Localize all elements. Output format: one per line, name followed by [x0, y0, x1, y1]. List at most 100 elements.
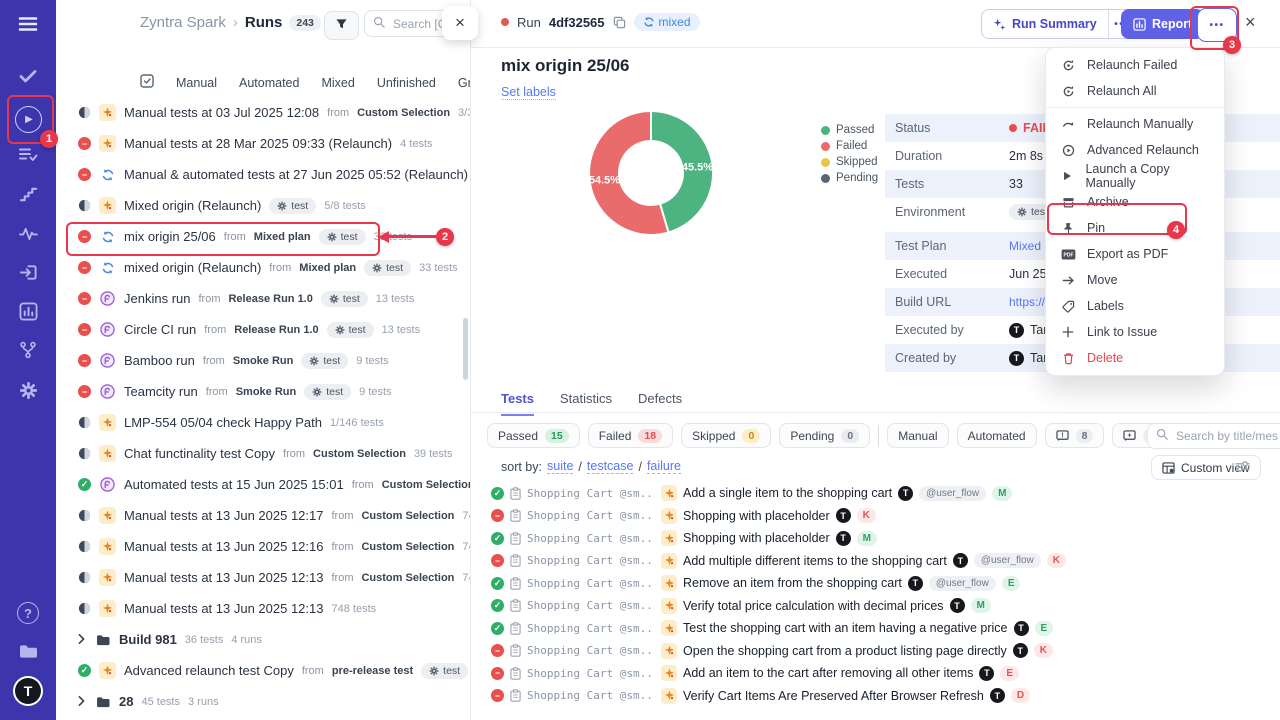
run-row[interactable]: −Jenkins runfromRelease Run 1.0test13 te… [56, 283, 470, 314]
legend-item-pending: Pending [821, 170, 878, 186]
filter-manual-button[interactable]: Manual [887, 423, 948, 448]
report-button[interactable]: Report [1121, 9, 1204, 39]
test-row[interactable]: ✓Shopping Cart @sm...Test the shopping c… [471, 617, 1280, 640]
manual-run-icon [99, 538, 116, 555]
run-row[interactable]: ✓Advanced relaunch test Copyfrompre-rele… [56, 655, 470, 686]
copy-icon[interactable] [613, 16, 626, 29]
manual-test-icon [661, 575, 677, 591]
legend-item-passed: Passed [821, 122, 878, 138]
comment-add-icon: + [1123, 430, 1136, 442]
menu-item-relaunch-manually[interactable]: Relaunch Manually [1046, 111, 1224, 137]
runs-scrollbar-thumb[interactable] [463, 318, 468, 380]
run-summary-button[interactable]: Run Summary [982, 10, 1108, 38]
test-row[interactable]: ✓Shopping Cart @sm...Verify total price … [471, 595, 1280, 618]
tests-list: ✓Shopping Cart @sm...Add a single item t… [471, 482, 1280, 707]
run-row[interactable]: −mixed origin (Relaunch)fromMixed plante… [56, 252, 470, 283]
menu-item-advanced-relaunch[interactable]: Advanced Relaunch [1046, 137, 1224, 163]
analytics-icon[interactable] [0, 294, 56, 328]
projects-folder-icon[interactable] [0, 634, 56, 668]
run-row[interactable]: Manual tests at 13 Jun 2025 12:16fromCus… [56, 531, 470, 562]
run-type-badge: mixed [634, 13, 700, 31]
status-partial-icon [78, 540, 91, 553]
run-row[interactable]: −Bamboo runfromSmoke Runtest9 tests [56, 345, 470, 376]
close-icon: × [455, 13, 465, 33]
run-row[interactable]: Manual tests at 13 Jun 2025 12:17fromCus… [56, 500, 470, 531]
menu-item-archive[interactable]: Archive [1046, 189, 1224, 215]
runs-panel-close-button[interactable]: × [442, 6, 478, 40]
filter-skipped-button[interactable]: Skipped0 [681, 423, 771, 448]
run-row[interactable]: −Circle CI runfromRelease Run 1.0test13 … [56, 314, 470, 345]
hamburger-menu-icon[interactable] [0, 7, 56, 41]
status-passed-icon: ✓ [491, 487, 504, 500]
menu-item-link-to-issue[interactable]: Link to Issue [1046, 319, 1224, 345]
sort-by-testcase[interactable]: testcase [587, 459, 634, 474]
run-row[interactable]: −Manual tests at 28 Mar 2025 09:33 (Rela… [56, 128, 470, 159]
run-row[interactable]: LMP-554 05/04 check Happy Path1/146 test… [56, 407, 470, 438]
menu-item-labels[interactable]: Labels [1046, 293, 1224, 319]
status-failed-icon: − [78, 385, 91, 398]
test-letter-badge: M [971, 598, 991, 613]
menu-item-relaunch-all[interactable]: Relaunch All [1046, 78, 1224, 104]
help-icon[interactable]: ? [0, 596, 56, 630]
status-partial-icon [78, 106, 91, 119]
menu-item-relaunch-failed[interactable]: Relaunch Failed [1046, 52, 1224, 78]
run-row[interactable]: −Manual & automated tests at 27 Jun 2025… [56, 159, 470, 190]
settings-gear-icon[interactable] [0, 373, 56, 407]
test-row[interactable]: ✓Shopping Cart @sm...Add a single item t… [471, 482, 1280, 505]
comment-alert-icon: ! [1056, 430, 1069, 442]
test-row[interactable]: ✓Shopping Cart @sm...Remove an item from… [471, 572, 1280, 595]
filter-failed-button[interactable]: Failed18 [588, 423, 673, 448]
run-row[interactable]: 2845 tests3 runs [56, 686, 470, 717]
select-runs-icon[interactable] [140, 74, 154, 91]
test-row[interactable]: −Shopping Cart @sm...Add multiple differ… [471, 550, 1280, 573]
test-row[interactable]: −Shopping Cart @sm...Add an item to the … [471, 662, 1280, 685]
run-row[interactable]: Mixed origin (Relaunch)test5/8 tests [56, 190, 470, 221]
status-failed-icon: − [491, 644, 504, 657]
branches-icon[interactable] [0, 333, 56, 367]
pulse-icon[interactable] [0, 216, 56, 250]
tab-unfinished[interactable]: Unfinished [377, 76, 436, 90]
profile-avatar[interactable]: T [0, 674, 56, 708]
import-icon[interactable] [0, 255, 56, 289]
manual-run-icon [99, 662, 116, 679]
menu-item-move[interactable]: Move [1046, 267, 1224, 293]
status-partial-icon [78, 602, 91, 615]
menu-item-export-as-pdf[interactable]: PDFExport as PDF [1046, 241, 1224, 267]
tab-mixed[interactable]: Mixed [321, 76, 354, 90]
test-row[interactable]: −Shopping Cart @sm...Open the shopping c… [471, 640, 1280, 663]
tab-groups[interactable]: Groups [458, 76, 470, 90]
view-settings-sliders-icon[interactable] [1235, 460, 1250, 478]
test-row[interactable]: ✓Shopping Cart @sm...Shopping with place… [471, 527, 1280, 550]
sort-by-failure[interactable]: failure [647, 459, 681, 474]
menu-item-delete[interactable]: Delete [1046, 345, 1224, 371]
test-row[interactable]: −Shopping Cart @sm...Shopping with place… [471, 505, 1280, 528]
filter-passed-button[interactable]: Passed15 [487, 423, 580, 448]
run-row[interactable]: Build 98136 tests4 runs [56, 624, 470, 655]
comments-alert-filter-button[interactable]: !8 [1045, 423, 1105, 448]
status-partial-icon [78, 199, 91, 212]
manual-run-icon [99, 507, 116, 524]
run-row[interactable]: Manual tests at 03 Jul 2025 12:08fromCus… [56, 97, 470, 128]
run-row[interactable]: −Teamcity runfromSmoke Runtest9 tests [56, 376, 470, 407]
run-row[interactable]: Manual tests at 13 Jun 2025 12:13748 tes… [56, 593, 470, 624]
filter-pending-button[interactable]: Pending0 [779, 423, 870, 448]
set-labels-link[interactable]: Set labels [501, 85, 556, 100]
menu-item-pin[interactable]: Pin [1046, 215, 1224, 241]
steps-icon[interactable] [0, 177, 56, 211]
breadcrumb-project[interactable]: Zyntra Spark [140, 14, 226, 31]
menu-item-launch-a-copy-manually[interactable]: Launch a Copy Manually [1046, 163, 1224, 189]
tab-manual[interactable]: Manual [176, 76, 217, 90]
run-detail-close-button[interactable]: × [1245, 12, 1256, 33]
sparkles-icon [993, 18, 1006, 31]
run-row[interactable]: Chat functinality test CopyfromCustom Se… [56, 438, 470, 469]
test-row[interactable]: −Shopping Cart @sm...Verify Cart Items A… [471, 685, 1280, 708]
run-row[interactable]: ✓Automated tests at 15 Jun 2025 15:01fro… [56, 469, 470, 500]
sort-by-suite[interactable]: suite [547, 459, 573, 474]
checks-icon[interactable] [0, 59, 56, 93]
tab-automated[interactable]: Automated [239, 76, 299, 90]
run-row[interactable]: Manual tests at 13 Jun 2025 12:13fromCus… [56, 562, 470, 593]
filter-automated-button[interactable]: Automated [957, 423, 1037, 448]
filter-button[interactable] [324, 11, 359, 40]
assignee-avatar: T [950, 598, 965, 613]
tests-search-input[interactable] [1174, 428, 1280, 444]
